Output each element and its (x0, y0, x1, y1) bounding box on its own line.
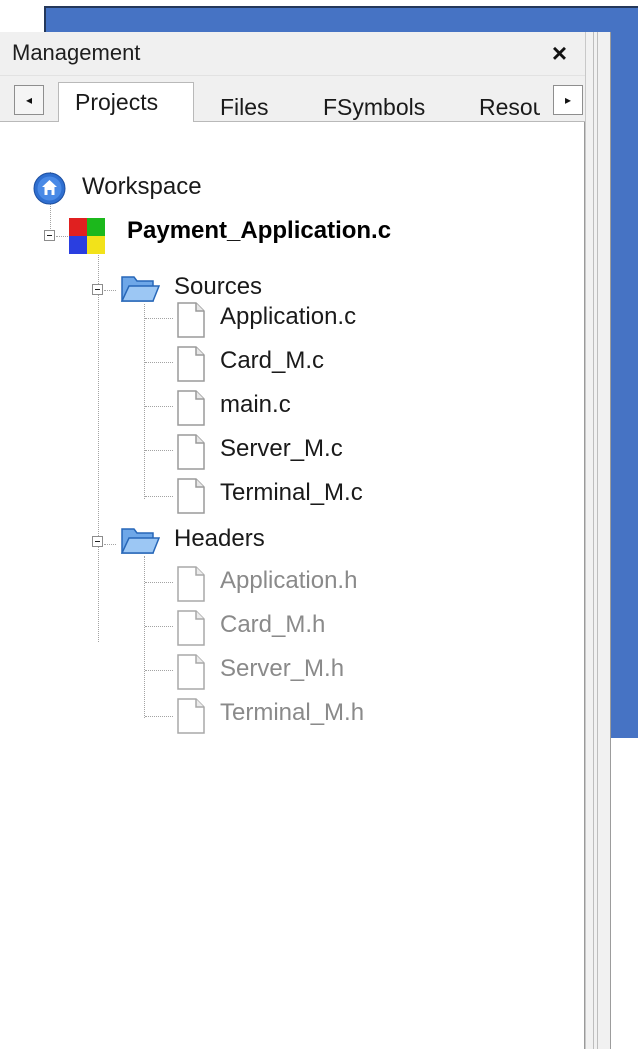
tree-connector (56, 236, 68, 237)
collapse-toggle-icon[interactable] (92, 284, 103, 295)
workspace-home-icon (33, 172, 66, 205)
project-tree: Workspace Payment_Application.c Sources (0, 122, 584, 1049)
project-colored-squares-icon (69, 218, 105, 254)
tab-scroll-right-button[interactable]: ▸ (553, 85, 583, 115)
tree-connector (104, 544, 116, 545)
file-document-icon (177, 478, 205, 514)
file-document-icon (177, 434, 205, 470)
tree-connector (145, 496, 173, 497)
tree-connector (145, 362, 173, 363)
tree-connector (104, 290, 116, 291)
tab-fsymbols[interactable]: FSymbols (323, 88, 448, 122)
tree-connector (145, 670, 173, 671)
management-panel: Management × ◂ Projects Files FSymbols R… (0, 32, 585, 1049)
tree-connector (144, 556, 145, 718)
close-icon[interactable]: × (552, 38, 567, 69)
panel-title: Management (12, 40, 141, 65)
tree-connector (145, 582, 173, 583)
file-document-icon (177, 390, 205, 426)
tree-connector (145, 450, 173, 451)
file-label: Server_M.h (220, 655, 345, 682)
file-label: Card_M.c (220, 347, 325, 374)
file-document-icon (177, 698, 205, 734)
tree-connector (145, 406, 173, 407)
file-document-icon (177, 302, 205, 338)
folder-open-icon (120, 276, 160, 302)
splitter-line (593, 32, 594, 1049)
project-label: Payment_Application.c (127, 217, 392, 244)
folder-label: Headers (174, 525, 265, 552)
file-label: main.c (220, 391, 291, 418)
file-label: Server_M.c (220, 435, 343, 462)
tab-strip: ◂ Projects Files FSymbols Resources ▸ (0, 76, 585, 123)
folder-label: Sources (174, 273, 263, 300)
file-document-icon (177, 346, 205, 382)
splitter-line (597, 32, 598, 1049)
tab-files[interactable]: Files (220, 88, 290, 122)
collapse-toggle-icon[interactable] (92, 536, 103, 547)
file-label: Terminal_M.h (220, 699, 365, 726)
file-document-icon (177, 566, 205, 602)
folder-open-icon (120, 528, 160, 554)
tab-projects[interactable]: Projects (58, 82, 194, 123)
file-label: Application.h (220, 567, 358, 594)
file-document-icon (177, 654, 205, 690)
tab-resources[interactable]: Resources (479, 88, 540, 122)
file-label: Application.c (220, 303, 357, 330)
panel-splitter[interactable] (585, 32, 611, 1049)
collapse-toggle-icon[interactable] (44, 230, 55, 241)
tree-connector (144, 304, 145, 499)
file-label: Card_M.h (220, 611, 326, 638)
file-label: Terminal_M.c (220, 479, 363, 506)
tree-connector (145, 716, 173, 717)
file-document-icon (177, 610, 205, 646)
tab-scroll-left-button[interactable]: ◂ (14, 85, 44, 115)
workspace-label: Workspace (82, 173, 202, 200)
tree-connector (145, 626, 173, 627)
tree-connector (145, 318, 173, 319)
panel-title-bar: Management × (0, 32, 585, 76)
